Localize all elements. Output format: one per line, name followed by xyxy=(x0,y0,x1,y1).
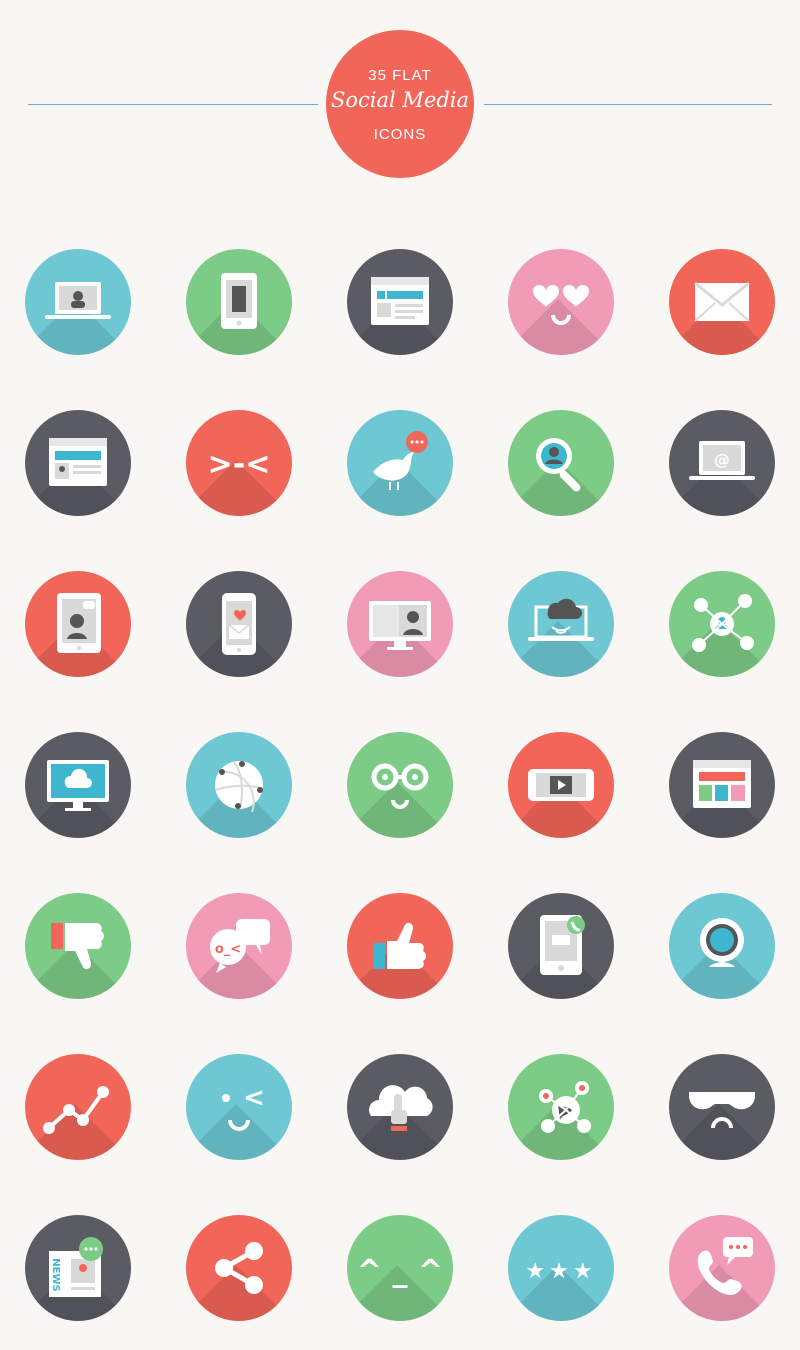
title-line-2: Social Media xyxy=(330,88,470,112)
laptop-email-icon-glyph: @ xyxy=(689,441,755,480)
laptop-cloud-icon[interactable] xyxy=(508,571,614,677)
sunglasses-face-icon[interactable] xyxy=(669,1054,775,1160)
star-rating-icon-glyph: ★★★ xyxy=(525,1259,596,1284)
monitor-cloud-wifi-icon[interactable] xyxy=(25,732,131,838)
glasses-face-icon-glyph xyxy=(371,763,429,809)
thumbs-down-icon-glyph xyxy=(51,923,104,970)
envelope-icon[interactable] xyxy=(669,249,775,355)
svg-text:>-<: >-< xyxy=(208,447,271,482)
thumbs-up-icon[interactable] xyxy=(347,893,453,999)
search-user-icon-glyph xyxy=(536,438,581,492)
caret-face-icon[interactable]: ^ _ ^ xyxy=(347,1215,453,1321)
thumbs-up-icon-glyph xyxy=(373,922,426,969)
bird-chat-icon[interactable] xyxy=(347,410,453,516)
user-network-icon[interactable] xyxy=(669,571,775,677)
header-line-right xyxy=(484,104,772,105)
laptop-profile-icon[interactable] xyxy=(25,249,131,355)
phone-video-icon[interactable] xyxy=(508,732,614,838)
analytics-graph-icon-glyph xyxy=(43,1086,109,1134)
header-line-left xyxy=(28,104,318,105)
video-call-monitor-icon-glyph xyxy=(369,601,431,650)
phone-love-mail-icon-glyph xyxy=(222,593,256,655)
globe-network-icon[interactable] xyxy=(186,732,292,838)
share-icon-glyph xyxy=(215,1242,263,1294)
svg-text:NEWS: NEWS xyxy=(50,1258,61,1291)
glasses-face-icon[interactable] xyxy=(347,732,453,838)
laptop-email-icon[interactable]: @ xyxy=(669,410,775,516)
thumbs-down-icon[interactable] xyxy=(25,893,131,999)
cloud-touch-icon-glyph xyxy=(369,1085,433,1131)
webcam-icon-glyph xyxy=(700,918,744,967)
tablet-call-icon-glyph xyxy=(540,915,585,975)
chat-bubbles-icon[interactable]: o_< xyxy=(186,893,292,999)
tablet-chat-icon-glyph xyxy=(57,593,101,653)
squint-face-icon-glyph: >-< xyxy=(208,447,271,482)
caret-face-icon-glyph: ^ _ ^ xyxy=(357,1254,443,1289)
user-network-icon-glyph xyxy=(692,594,754,652)
facebook-browser-icon[interactable] xyxy=(347,249,453,355)
tablet-call-icon[interactable] xyxy=(508,893,614,999)
chat-bubbles-icon-glyph: o_< xyxy=(210,919,270,973)
phone-call-chat-icon-glyph xyxy=(697,1237,753,1295)
svg-text:^ _ ^: ^ _ ^ xyxy=(357,1254,443,1289)
facebook-browser-icon-glyph xyxy=(371,277,429,325)
globe-network-icon-glyph xyxy=(215,761,263,813)
svg-text:★★★: ★★★ xyxy=(525,1259,596,1284)
pinterest-browser-icon-glyph xyxy=(693,760,751,808)
global-users-icon[interactable] xyxy=(508,1054,614,1160)
share-icon[interactable] xyxy=(186,1215,292,1321)
global-users-icon-glyph xyxy=(539,1081,591,1133)
analytics-graph-icon[interactable] xyxy=(25,1054,131,1160)
news-chat-icon[interactable]: NEWS xyxy=(25,1215,131,1321)
twitter-browser-icon-glyph xyxy=(49,438,107,486)
pinterest-browser-icon[interactable] xyxy=(669,732,775,838)
tablet-ebook-icon-glyph xyxy=(221,273,257,329)
tablet-chat-icon[interactable] xyxy=(25,571,131,677)
news-chat-icon-glyph: NEWS xyxy=(49,1237,103,1297)
svg-text:o_<: o_< xyxy=(215,942,241,957)
laptop-cloud-icon-glyph xyxy=(528,598,594,641)
tablet-ebook-icon[interactable] xyxy=(186,249,292,355)
wink-face-icon[interactable]: < xyxy=(186,1054,292,1160)
webcam-icon[interactable] xyxy=(669,893,775,999)
svg-text:<: < xyxy=(243,1083,265,1113)
search-user-icon[interactable] xyxy=(508,410,614,516)
title-line-3: ICONS xyxy=(373,126,427,143)
phone-call-chat-icon[interactable] xyxy=(669,1215,775,1321)
monitor-cloud-wifi-icon-glyph xyxy=(47,760,109,811)
star-rating-icon[interactable]: ★★★ xyxy=(508,1215,614,1321)
twitter-browser-icon[interactable] xyxy=(25,410,131,516)
squint-face-icon[interactable]: >-< xyxy=(186,410,292,516)
sunglasses-face-icon-glyph xyxy=(689,1092,755,1129)
wink-face-icon-glyph: < xyxy=(222,1083,265,1131)
heart-eyes-face-icon-glyph xyxy=(533,285,589,325)
title-line-1: 35 FLAT xyxy=(368,67,432,84)
laptop-profile-icon-glyph xyxy=(45,282,111,319)
heart-eyes-face-icon[interactable] xyxy=(508,249,614,355)
envelope-icon-glyph xyxy=(694,281,750,322)
phone-love-mail-icon[interactable] xyxy=(186,571,292,677)
title-badge: 35 FLAT Social Media ICONS xyxy=(326,30,474,178)
phone-video-icon-glyph xyxy=(528,769,594,801)
video-call-monitor-icon[interactable] xyxy=(347,571,453,677)
svg-text:@: @ xyxy=(714,450,730,469)
cloud-touch-icon[interactable] xyxy=(347,1054,453,1160)
bird-chat-icon-glyph xyxy=(373,431,428,490)
